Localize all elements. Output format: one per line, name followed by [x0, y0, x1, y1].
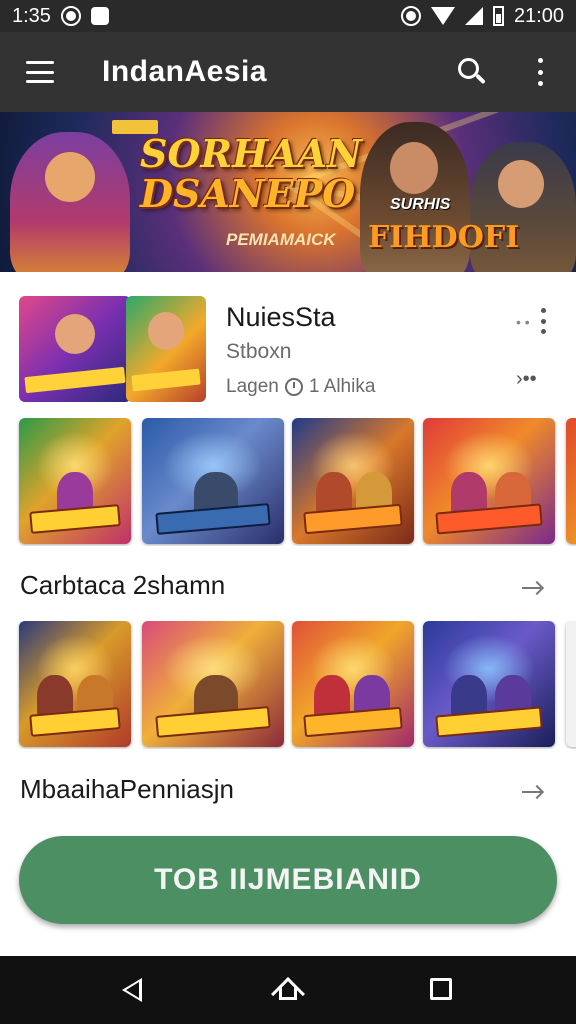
nav-recents-icon[interactable] — [430, 978, 452, 1000]
battery-icon — [492, 6, 504, 26]
featured-meta-value: 1 Alhika — [308, 376, 376, 397]
status-bar: 1:35 21:00 — [0, 0, 576, 32]
chevron-more-icon[interactable]: ›•• — [516, 368, 537, 391]
status-time-left: 1:35 — [12, 4, 51, 27]
featured-meta: Lagen 1 Alhika — [226, 376, 375, 398]
clock-icon — [284, 378, 303, 396]
alarm-icon — [400, 6, 421, 26]
featured-meta-label: Lagen — [226, 376, 279, 397]
system-nav-bar — [0, 956, 576, 1024]
arrow-right-icon[interactable] — [522, 784, 545, 800]
section-title: Carbtaca 2shamn — [20, 570, 226, 600]
banner-tag-large: FIHDOFI — [368, 220, 520, 255]
banner-title-line1: SORHAAN — [140, 131, 362, 176]
notification-app-icon — [60, 6, 81, 26]
banner-subtitle: PEMIAMAICK — [226, 230, 336, 249]
featured-thumbnail-1 — [19, 296, 131, 402]
primary-cta-button[interactable]: TOB IIJMEBIANID — [19, 836, 557, 924]
banner-title: SORHAAN DSANEPO — [140, 131, 362, 216]
arrow-right-icon[interactable] — [522, 580, 545, 596]
game-tile[interactable] — [142, 621, 284, 747]
game-row-1 — [0, 418, 576, 546]
game-tile[interactable] — [292, 621, 414, 747]
game-row-2 — [0, 621, 576, 749]
featured-item[interactable]: NuiesSta Stboxn Lagen 1 Alhika • • ›•• — [0, 272, 576, 408]
dots-icon: • • — [516, 314, 530, 330]
search-icon[interactable] — [458, 58, 486, 86]
game-tile[interactable] — [423, 418, 555, 544]
promo-banner[interactable]: SORHAAN DSANEPO PEMIAMAICK SURHIS FIHDOF… — [0, 112, 576, 272]
game-tile[interactable] — [566, 621, 576, 747]
app-title: IndanAesia — [102, 55, 268, 88]
featured-subtitle: Stboxn — [226, 340, 292, 363]
signal-icon — [464, 7, 483, 25]
notification-square-icon — [90, 7, 109, 25]
more-vert-icon[interactable] — [536, 58, 544, 86]
wifi-icon — [430, 7, 455, 25]
status-time-right: 21:00 — [513, 4, 564, 27]
game-tile[interactable] — [19, 418, 131, 544]
featured-thumbnail-2 — [126, 296, 206, 402]
menu-icon[interactable] — [26, 61, 54, 83]
banner-tag-small: SURHIS — [390, 196, 451, 213]
banner-hero-left — [10, 132, 130, 272]
section-title: MbaaihaPenniasjn — [20, 774, 234, 804]
more-vert-icon[interactable] — [540, 308, 546, 334]
game-tile[interactable] — [19, 621, 131, 747]
section-header[interactable]: Carbtaca 2shamn — [0, 556, 576, 616]
section-header[interactable]: MbaaihaPenniasjn — [0, 760, 576, 820]
nav-home-icon[interactable] — [271, 976, 305, 1011]
nav-back-icon[interactable] — [122, 978, 142, 1002]
game-tile[interactable] — [292, 418, 414, 544]
app-bar: IndanAesia — [0, 32, 576, 112]
game-tile[interactable] — [142, 418, 284, 544]
featured-title: NuiesSta — [226, 302, 336, 332]
banner-title-line2: DSANEPO — [140, 171, 356, 216]
game-tile[interactable] — [566, 418, 576, 544]
game-tile[interactable] — [423, 621, 555, 747]
